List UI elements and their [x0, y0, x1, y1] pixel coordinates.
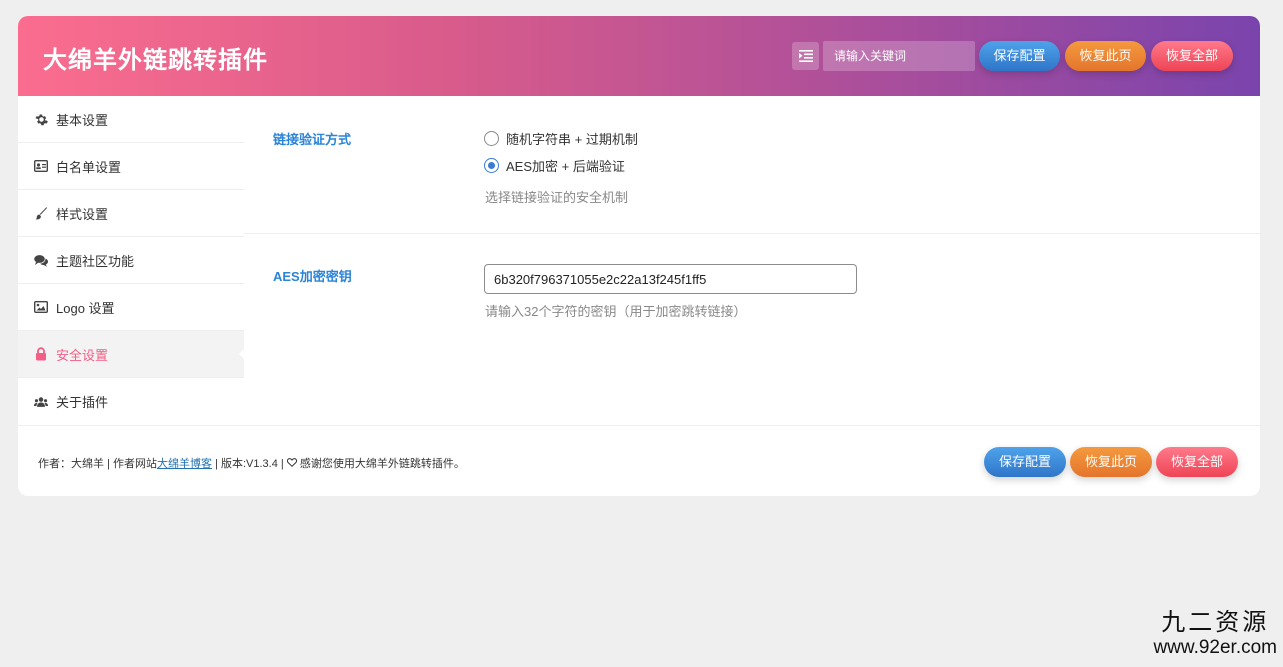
verify-method-label: 链接验证方式	[273, 132, 352, 147]
footer-reset-page-button[interactable]: 恢复此页	[1070, 447, 1152, 477]
author-site-link[interactable]: 大绵羊博客	[157, 458, 212, 470]
reset-all-button[interactable]: 恢复全部	[1151, 41, 1233, 71]
verify-method-description: 选择链接验证的安全机制	[485, 190, 629, 205]
sidebar-item-whitelist[interactable]: 白名单设置	[18, 143, 244, 190]
sidebar-item-label: Logo 设置	[56, 300, 115, 316]
sidebar-item-label: 主题社区功能	[56, 253, 135, 269]
verify-method-section: 链接验证方式 随机字符串 + 过期机制 AES加密 + 后端验证 选择链接验证的…	[244, 96, 1260, 234]
sidebar-item-label: 安全设置	[56, 347, 109, 363]
verify-option-aes[interactable]: AES加密 + 后端验证	[484, 156, 625, 175]
radio-aes[interactable]	[484, 158, 499, 173]
footer-credits: 作者：大绵羊 | 作者网站大绵羊博客 | 版本:V1.3.4 | 感谢您使用大绵…	[38, 455, 465, 471]
sidebar-item-basic[interactable]: 基本设置	[18, 96, 244, 143]
aes-key-input[interactable]	[484, 264, 857, 294]
search-toggle-button[interactable]	[792, 42, 819, 70]
verify-option-label: AES加密 + 后端验证	[506, 159, 625, 174]
users-icon	[34, 395, 48, 409]
sidebar-item-label: 基本设置	[56, 112, 109, 128]
footer-save-config-button[interactable]: 保存配置	[984, 447, 1066, 477]
heart-icon	[286, 458, 297, 470]
radio-random[interactable]	[484, 131, 499, 146]
image-icon	[34, 300, 48, 314]
watermark: 九二资源 www.92er.com	[1153, 609, 1277, 659]
comments-icon	[34, 253, 48, 267]
header-bar: 大绵羊外链跳转插件 保存配置 恢复此页 恢复全部	[18, 16, 1260, 96]
indent-list-icon	[798, 50, 813, 62]
settings-panel: 大绵羊外链跳转插件 保存配置 恢复此页 恢复全部 基本设置 白名	[18, 16, 1260, 496]
verify-option-label: 随机字符串 + 过期机制	[506, 132, 638, 147]
footer-bar: 作者：大绵羊 | 作者网站大绵羊博客 | 版本:V1.3.4 | 感谢您使用大绵…	[18, 425, 1260, 496]
watermark-url: www.92er.com	[1153, 637, 1277, 658]
footer-thanks: 感谢您使用大绵羊外链跳转插件。	[296, 458, 465, 470]
aes-key-description: 请输入32个字符的密钥（用于加密跳转链接）	[485, 304, 747, 319]
aes-key-section: AES加密密钥 请输入32个字符的密钥（用于加密跳转链接）	[244, 234, 1260, 354]
footer-author: 作者：大绵羊 | 作者网站	[38, 458, 157, 470]
sidebar-item-label: 关于插件	[56, 395, 109, 410]
watermark-title: 九二资源	[1161, 609, 1270, 636]
aes-key-label: AES加密密钥	[273, 269, 352, 284]
reset-page-button[interactable]: 恢复此页	[1065, 41, 1146, 71]
sidebar-item-community[interactable]: 主题社区功能	[18, 237, 244, 284]
footer-version: | 版本:V1.3.4 |	[211, 458, 287, 470]
save-config-button[interactable]: 保存配置	[979, 41, 1060, 71]
sidebar-item-style[interactable]: 样式设置	[18, 190, 244, 237]
settings-content: 链接验证方式 随机字符串 + 过期机制 AES加密 + 后端验证 选择链接验证的…	[244, 96, 1260, 426]
sidebar-item-logo[interactable]: Logo 设置	[18, 284, 244, 331]
lock-icon	[34, 347, 48, 361]
id-card-icon	[34, 159, 48, 173]
search-input[interactable]	[823, 41, 975, 71]
paintbrush-icon	[34, 206, 48, 220]
sidebar-item-label: 白名单设置	[56, 159, 122, 175]
footer-reset-all-button[interactable]: 恢复全部	[1156, 447, 1238, 477]
sidebar-item-label: 样式设置	[56, 206, 109, 222]
sidebar: 基本设置 白名单设置 样式设置 主题社区功能 Logo 设置 安全设置 关于插件	[18, 96, 245, 425]
verify-option-random[interactable]: 随机字符串 + 过期机制	[484, 129, 638, 148]
sidebar-item-security[interactable]: 安全设置	[18, 331, 245, 378]
plugin-title: 大绵羊外链跳转插件	[43, 47, 268, 74]
sidebar-item-about[interactable]: 关于插件	[18, 378, 244, 425]
gear-icon	[34, 112, 48, 126]
